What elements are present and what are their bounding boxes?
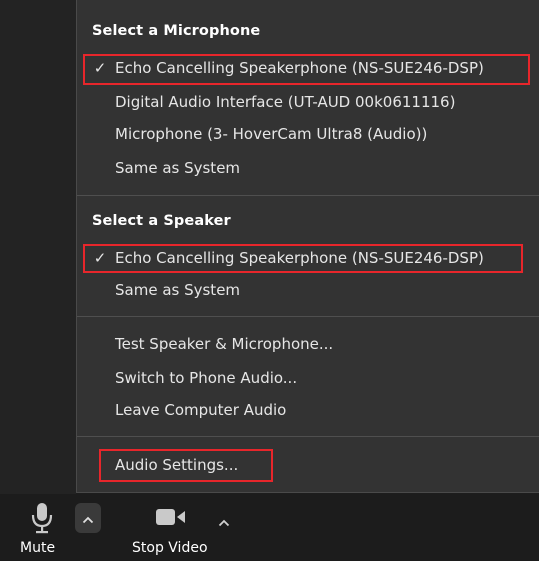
menu-divider xyxy=(77,195,539,196)
chevron-up-icon xyxy=(82,509,94,528)
test-speaker-microphone-item[interactable]: Test Speaker & Microphone... xyxy=(85,330,525,358)
background-panel xyxy=(0,0,76,495)
speaker-option-echo-cancelling[interactable]: ✓ Echo Cancelling Speakerphone (NS-SUE24… xyxy=(85,244,525,272)
video-camera-icon[interactable] xyxy=(156,508,186,526)
select-speaker-header: Select a Speaker xyxy=(92,213,231,229)
microphone-option-echo-cancelling[interactable]: ✓ Echo Cancelling Speakerphone (NS-SUE24… xyxy=(85,54,525,82)
microphone-option-hovercam[interactable]: Microphone (3- HoverCam Ultra8 (Audio)) xyxy=(85,120,525,148)
menu-item-label: Switch to Phone Audio... xyxy=(115,369,298,387)
audio-settings-item[interactable]: Audio Settings... xyxy=(85,451,525,479)
menu-item-label: Test Speaker & Microphone... xyxy=(115,335,334,353)
speaker-option-label: Echo Cancelling Speakerphone (NS-SUE246-… xyxy=(115,249,484,267)
menu-item-label: Audio Settings... xyxy=(115,456,239,474)
checkmark-icon: ✓ xyxy=(93,249,107,267)
microphone-option-label: Echo Cancelling Speakerphone (NS-SUE246-… xyxy=(115,59,484,77)
microphone-icon[interactable] xyxy=(31,502,53,534)
audio-options-button[interactable] xyxy=(75,503,101,533)
meeting-toolbar: Mute Stop Video xyxy=(0,494,539,561)
microphone-option-label: Microphone (3- HoverCam Ultra8 (Audio)) xyxy=(115,125,428,143)
speaker-option-same-as-system[interactable]: Same as System xyxy=(85,276,525,304)
microphone-option-label: Same as System xyxy=(115,159,241,177)
stop-video-button-label[interactable]: Stop Video xyxy=(132,540,208,556)
speaker-option-label: Same as System xyxy=(115,281,241,299)
video-options-chevron-up-icon[interactable] xyxy=(218,512,230,527)
microphone-option-digital-audio-interface[interactable]: Digital Audio Interface (UT-AUD 00k06111… xyxy=(85,88,525,116)
mute-button-label[interactable]: Mute xyxy=(20,540,55,556)
leave-computer-audio-item[interactable]: Leave Computer Audio xyxy=(85,396,525,424)
zoom-audio-window: Select a Microphone ✓ Echo Cancelling Sp… xyxy=(0,0,539,561)
microphone-option-same-as-system[interactable]: Same as System xyxy=(85,154,525,182)
audio-options-menu: Select a Microphone ✓ Echo Cancelling Sp… xyxy=(76,0,539,493)
switch-to-phone-audio-item[interactable]: Switch to Phone Audio... xyxy=(85,364,525,392)
menu-item-label: Leave Computer Audio xyxy=(115,401,287,419)
menu-divider xyxy=(77,316,539,317)
microphone-option-label: Digital Audio Interface (UT-AUD 00k06111… xyxy=(115,93,456,111)
menu-divider xyxy=(77,436,539,437)
select-microphone-header: Select a Microphone xyxy=(92,23,261,39)
checkmark-icon: ✓ xyxy=(93,59,107,77)
